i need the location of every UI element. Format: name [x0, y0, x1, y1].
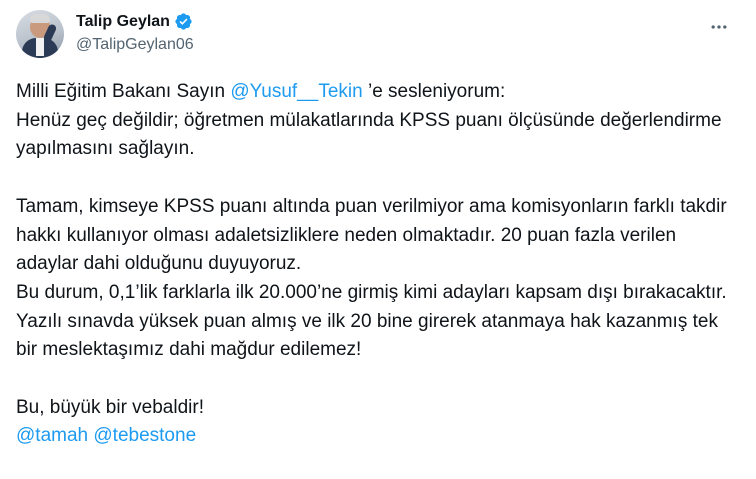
author-handle[interactable]: @TalipGeylan06: [76, 36, 194, 54]
tweet-text-segment: ’e sesleniyorum:: [362, 81, 506, 102]
mention-link[interactable]: @Yusuf__Tekin: [230, 81, 362, 102]
mention-link[interactable]: @tamah: [16, 425, 88, 446]
more-dots-icon: [711, 25, 727, 29]
tweet-paragraph: Yazılı sınavda yüksek puan almış ve ilk …: [16, 310, 718, 361]
tweet-text-segment: Milli Eğitim Bakanı Sayın: [16, 81, 231, 102]
tweet-paragraph: Bu durum, 0,1’lik farklarla ilk 20.000’n…: [16, 281, 727, 303]
avatar[interactable]: [16, 10, 64, 58]
author-name-row: Talip Geylan: [76, 12, 193, 31]
mention-link[interactable]: @tebestone: [93, 425, 196, 446]
more-horizontal-icon[interactable]: [704, 12, 734, 42]
tweet-line-1: Milli Eğitim Bakanı Sayın @Yusuf__Tekin …: [16, 78, 738, 107]
tweet-mentions: @tamah @tebestone: [16, 422, 738, 451]
tweet-header: Talip Geylan @TalipGeylan06: [16, 6, 740, 62]
tweet-text: Milli Eğitim Bakanı Sayın @Yusuf__Tekin …: [16, 78, 738, 451]
tweet-paragraph: Bu, büyük bir vebaldir!: [16, 396, 204, 418]
verified-badge-icon[interactable]: [174, 12, 193, 31]
tweet-paragraph: Tamam, kimseye KPSS puanı altında puan v…: [16, 195, 727, 275]
tweet-paragraph: Henüz geç değildir; öğretmen mülakatları…: [16, 109, 722, 160]
author-name[interactable]: Talip Geylan: [76, 13, 170, 31]
avatar-hair: [30, 14, 50, 23]
avatar-shirt: [36, 38, 44, 56]
